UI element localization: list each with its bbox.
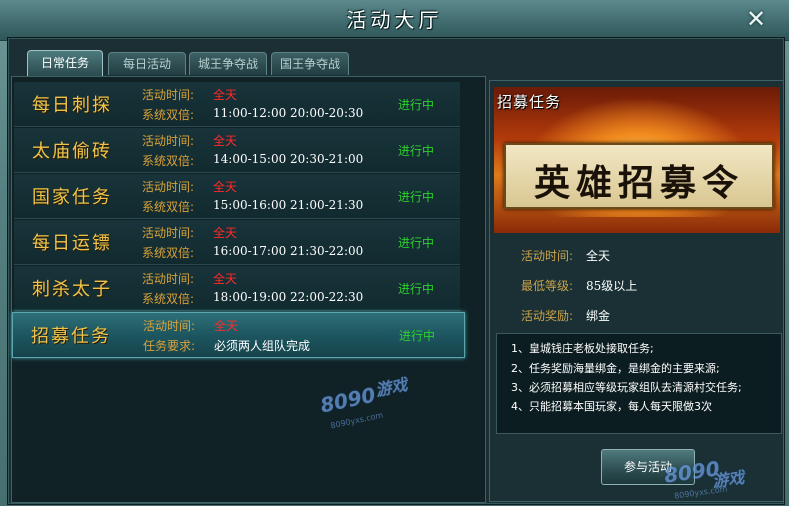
double-value: 18:00-19:00 22:00-22:30 [213, 290, 364, 304]
activity-name: 每日刺探 [32, 95, 112, 116]
tab-city-king-war[interactable]: 城王争夺战 [189, 52, 267, 75]
time-value: 全天 [214, 319, 239, 333]
double-label: 系统双倍: [142, 292, 195, 306]
requirement-value: 必须两人组队完成 [214, 339, 311, 353]
activity-name: 每日运镖 [32, 233, 112, 254]
double-label: 系统双倍: [142, 108, 195, 122]
activity-row-recruit[interactable]: 招募任务 活动时间: 全天 任务要求: 必须两人组队完成 进行中 [12, 312, 465, 358]
activity-name: 刺杀太子 [32, 279, 112, 300]
status-badge: 进行中 [398, 190, 435, 204]
status-badge: 进行中 [398, 236, 435, 250]
event-banner: 招募任务 英雄招募令 [494, 87, 780, 233]
activity-name: 太庙偷砖 [32, 141, 112, 162]
detail-time-label: 活动时间: [521, 249, 574, 263]
activity-name: 国家任务 [32, 187, 112, 208]
double-label: 系统双倍: [142, 154, 195, 168]
double-value: 11:00-12:00 20:00-20:30 [213, 106, 364, 120]
requirement-label: 任务要求: [143, 339, 196, 353]
description-line: 1、皇城钱庄老板处接取任务; [511, 342, 654, 355]
double-value: 16:00-17:00 21:30-22:00 [213, 244, 364, 258]
close-icon[interactable]: ✕ [742, 6, 770, 32]
time-value: 全天 [213, 180, 238, 194]
detail-reward-label: 活动奖励: [521, 309, 574, 323]
activity-name: 招募任务 [31, 326, 111, 347]
banner-plaque: 英雄招募令 [504, 143, 774, 209]
double-value: 14:00-15:00 20:30-21:00 [213, 152, 364, 166]
tab-daily-tasks[interactable]: 日常任务 [27, 50, 103, 76]
tab-daily-events[interactable]: 每日活动 [108, 52, 186, 75]
status-badge: 进行中 [398, 144, 435, 158]
description-line: 2、任务奖励海量绑金，是绑金的主要来源; [511, 362, 720, 375]
detail-level-label: 最低等级: [521, 279, 574, 293]
detail-level-value: 85级以上 [586, 279, 638, 293]
time-label: 活动时间: [142, 88, 195, 102]
window-title: 活动大厅 [346, 8, 443, 32]
time-label: 活动时间: [142, 226, 195, 240]
time-label: 活动时间: [142, 180, 195, 194]
status-badge: 进行中 [398, 98, 435, 112]
title-bar: 活动大厅 ✕ [0, 0, 789, 41]
time-value: 全天 [213, 226, 238, 240]
time-label: 活动时间: [142, 134, 195, 148]
banner-title: 招募任务 [497, 93, 562, 111]
double-label: 系统双倍: [142, 200, 195, 214]
description-line: 3、必须招募相应等级玩家组队去清源村交任务; [511, 381, 742, 394]
double-value: 15:00-16:00 21:00-21:30 [213, 198, 364, 212]
activity-row-spy[interactable]: 每日刺探 活动时间: 全天 系统双倍: 11:00-12:00 20:00-20… [14, 82, 460, 127]
detail-time-value: 全天 [586, 249, 611, 263]
tab-country-king-war[interactable]: 国王争夺战 [271, 52, 349, 75]
activity-row-assassinate[interactable]: 刺杀太子 活动时间: 全天 系统双倍: 18:00-19:00 22:00-22… [14, 266, 460, 311]
banner-text: 英雄招募令 [533, 162, 744, 204]
time-label: 活动时间: [143, 319, 196, 333]
time-value: 全天 [213, 134, 238, 148]
description-line: 4、只能招募本国玩家，每人每天限做3次 [511, 400, 712, 413]
status-badge: 进行中 [398, 282, 435, 296]
time-value: 全天 [213, 88, 238, 102]
status-badge: 进行中 [399, 329, 436, 343]
time-value: 全天 [213, 272, 238, 286]
activity-row-temple[interactable]: 太庙偷砖 活动时间: 全天 系统双倍: 14:00-15:00 20:30-21… [14, 128, 460, 173]
time-label: 活动时间: [142, 272, 195, 286]
activity-row-nation[interactable]: 国家任务 活动时间: 全天 系统双倍: 15:00-16:00 21:00-21… [14, 174, 460, 219]
detail-reward-value: 绑金 [586, 309, 611, 323]
double-label: 系统双倍: [142, 246, 195, 260]
activity-row-escort[interactable]: 每日运镖 活动时间: 全天 系统双倍: 16:00-17:00 21:30-22… [14, 220, 460, 265]
description-box: 1、皇城钱庄老板处接取任务; 2、任务奖励海量绑金，是绑金的主要来源; 3、必须… [496, 333, 782, 434]
